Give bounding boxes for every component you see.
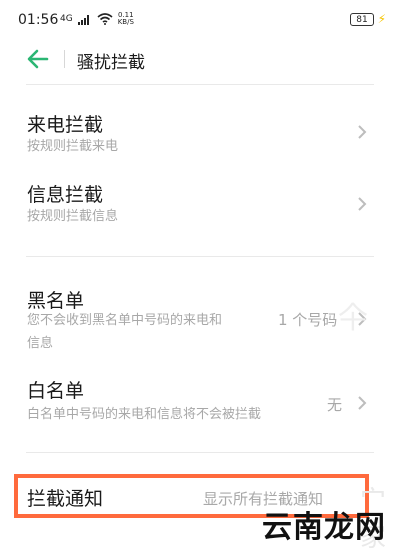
divider [26,256,374,257]
list-item-message-block[interactable]: 信息拦截 按规则拦截信息 [0,170,400,234]
battery-icon: 81 [350,13,374,26]
item-title: 白名单 [27,380,85,402]
signal-icon [77,14,89,25]
status-time: 01:56 [18,12,59,28]
chevron-right-icon [358,197,367,211]
status-icons: 4G 0.11 KB/S [60,12,134,26]
signal-label: 4G [60,14,73,24]
item-title: 来电拦截 [27,114,104,136]
list-item-whitelist[interactable]: 白名单 白名单中号码的来电和信息将不会被拦截 无 [0,366,400,436]
watermark: 云南龙网 [262,510,386,545]
header-divider [64,50,65,68]
divider [26,452,374,453]
item-value: 无 [327,396,343,414]
item-subtitle: 按规则拦截信息 [27,209,119,224]
list-item-call-block[interactable]: 来电拦截 按规则拦截来电 [0,100,400,164]
charging-icon: ⚡ [377,12,386,26]
wifi-icon [97,13,113,25]
item-subtitle-line1: 您不会收到黑名单中号码的来电和 [27,313,223,328]
item-value: 1 个号码 [278,311,338,329]
back-arrow-icon[interactable] [26,48,50,70]
network-speed: 0.11 KB/S [118,12,134,26]
watermark-ghost: 仐 [338,301,368,336]
status-bar: 01:56 4G 0.11 KB/S 81 ⚡ [0,0,400,40]
header: 骚扰拦截 [0,40,400,78]
item-title: 信息拦截 [27,184,104,206]
item-subtitle: 白名单中号码的来电和信息将不会被拦截 [27,407,262,422]
item-subtitle: 按规则拦截来电 [27,139,119,154]
speed-unit: KB/S [117,18,134,26]
item-subtitle-line2: 信息 [27,336,54,351]
chevron-right-icon [358,125,367,139]
chevron-right-icon [358,396,367,410]
page-title: 骚扰拦截 [77,53,145,73]
divider [26,84,374,85]
item-title: 黑名单 [27,290,85,312]
